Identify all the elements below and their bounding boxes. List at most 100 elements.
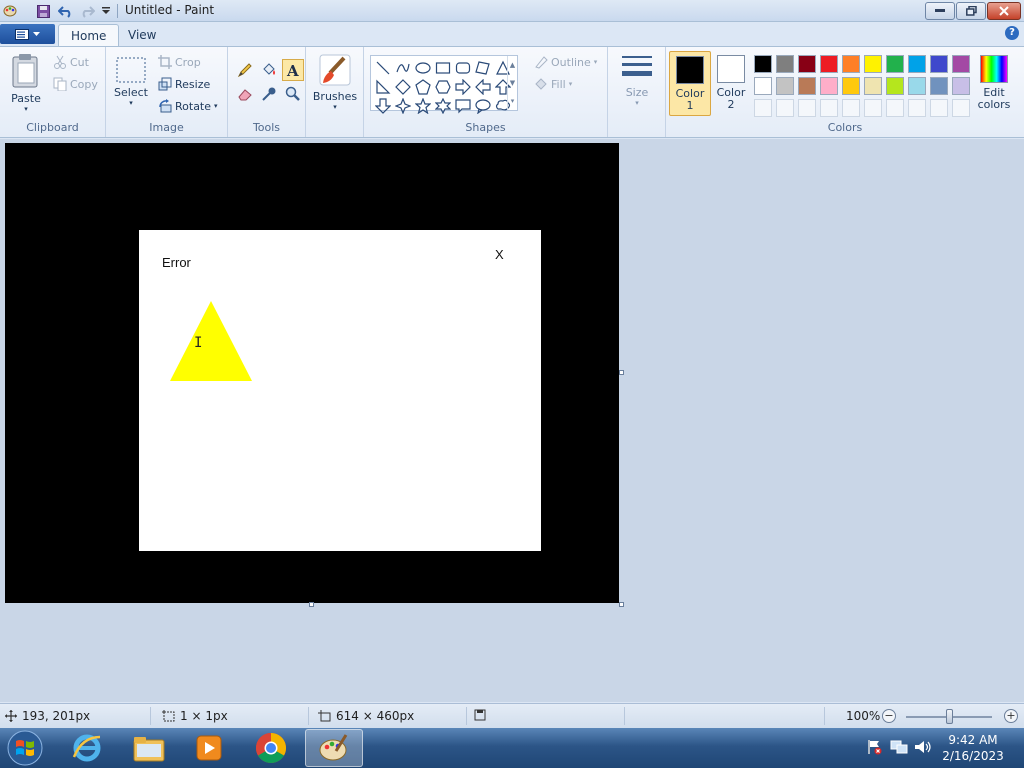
zoom-slider-thumb[interactable] [946,709,953,724]
pencil-icon[interactable] [234,59,256,81]
shapes-scroll[interactable]: ▲ ▼ ▾ [507,56,517,110]
palette-color-swatch[interactable] [774,75,796,97]
palette-color-swatch[interactable] [884,53,906,75]
palette-color-swatch[interactable] [840,97,862,119]
magnifier-icon[interactable] [282,83,304,105]
line-shape-icon[interactable] [373,58,393,77]
left-arrow-shape-icon[interactable] [473,77,493,96]
save-icon[interactable] [35,3,51,19]
palette-color-swatch[interactable] [752,53,774,75]
drawing-canvas[interactable]: Error X I [5,143,619,603]
select-button[interactable]: Select ▾ [114,57,148,107]
paint-app-icon[interactable] [2,3,18,19]
rectangular-callout-shape-icon[interactable] [453,96,473,115]
palette-color-swatch[interactable] [796,75,818,97]
palette-color-swatch[interactable] [840,53,862,75]
rounded-rectangle-shape-icon[interactable] [453,58,473,77]
copy-button[interactable]: Copy [53,77,98,91]
palette-color-swatch[interactable] [928,53,950,75]
palette-color-swatch[interactable] [862,53,884,75]
palette-color-swatch[interactable] [906,75,928,97]
palette-color-swatch[interactable] [796,53,818,75]
palette-color-swatch[interactable] [862,97,884,119]
help-icon[interactable]: ? [1005,26,1019,40]
palette-color-swatch[interactable] [818,97,840,119]
restore-button[interactable] [956,2,986,20]
palette-color-swatch[interactable] [818,75,840,97]
media-player-icon[interactable] [180,729,238,767]
fill-icon[interactable] [258,59,280,81]
palette-color-swatch[interactable] [906,53,928,75]
polygon-shape-icon[interactable] [473,58,493,77]
brushes-button[interactable]: Brushes ▾ [312,53,358,111]
palette-color-swatch[interactable] [950,75,972,97]
palette-color-swatch[interactable] [752,97,774,119]
action-center-flag-icon[interactable] [866,739,882,758]
fill-button[interactable]: Fill ▾ [534,77,572,91]
rotate-button[interactable]: Rotate ▾ [158,99,218,113]
resize-button[interactable]: Resize [158,77,210,91]
redo-icon[interactable] [79,3,95,19]
hexagon-shape-icon[interactable] [433,77,453,96]
curve-shape-icon[interactable] [393,58,413,77]
outline-button[interactable]: Outline ▾ [534,55,597,69]
palette-color-swatch[interactable] [950,53,972,75]
customize-dropdown-icon[interactable] [98,3,114,19]
tab-home[interactable]: Home [58,24,120,46]
close-button[interactable] [987,2,1021,20]
diamond-shape-icon[interactable] [393,77,413,96]
right-arrow-shape-icon[interactable] [453,77,473,96]
tab-view[interactable]: View [116,24,168,46]
cut-button[interactable]: Cut [53,55,89,69]
six-point-star-shape-icon[interactable] [433,96,453,115]
resize-handle-corner[interactable] [619,602,624,607]
color-picker-icon[interactable] [258,83,280,105]
down-arrow-shape-icon[interactable] [373,96,393,115]
volume-icon[interactable] [914,739,932,758]
text-icon[interactable]: A [282,59,304,81]
resize-handle-bottom[interactable] [309,602,314,607]
minimize-button[interactable] [925,2,955,20]
scroll-down-icon[interactable]: ▼ [510,79,515,87]
palette-color-swatch[interactable] [884,97,906,119]
palette-color-swatch[interactable] [950,97,972,119]
palette-color-swatch[interactable] [906,97,928,119]
undo-icon[interactable] [57,3,73,19]
palette-color-swatch[interactable] [862,75,884,97]
eraser-icon[interactable] [234,83,256,105]
palette-color-swatch[interactable] [752,75,774,97]
palette-color-swatch[interactable] [884,75,906,97]
system-clock[interactable]: 9:42 AM 2/16/2023 [940,732,1006,764]
start-button[interactable] [4,729,46,767]
zoom-out-button[interactable]: − [882,709,896,723]
rectangle-shape-icon[interactable] [433,58,453,77]
edit-colors-button[interactable]: Edit colors [974,51,1014,111]
oval-callout-shape-icon[interactable] [473,96,493,115]
internet-explorer-icon[interactable] [58,729,116,767]
oval-shape-icon[interactable] [413,58,433,77]
network-icon[interactable] [890,739,908,758]
palette-color-swatch[interactable] [818,53,840,75]
gallery-expand-icon[interactable]: ▾ [511,97,515,105]
palette-color-swatch[interactable] [840,75,862,97]
paste-button[interactable]: Paste ▾ [6,53,46,113]
resize-handle-right[interactable] [619,370,624,375]
paint-menu-button[interactable] [0,24,55,44]
file-explorer-icon[interactable] [120,729,178,767]
right-triangle-shape-icon[interactable] [373,77,393,96]
color1-button[interactable]: Color 1 [669,51,711,116]
palette-color-swatch[interactable] [928,75,950,97]
palette-color-swatch[interactable] [774,53,796,75]
pentagon-shape-icon[interactable] [413,77,433,96]
palette-color-swatch[interactable] [928,97,950,119]
zoom-in-button[interactable]: + [1004,709,1018,723]
palette-color-swatch[interactable] [774,97,796,119]
paint-icon[interactable] [305,729,363,767]
size-button[interactable]: Size ▾ [618,53,656,107]
palette-color-swatch[interactable] [796,97,818,119]
four-point-star-shape-icon[interactable] [393,96,413,115]
crop-button[interactable]: Crop [158,55,201,69]
scroll-up-icon[interactable]: ▲ [510,61,515,69]
color2-button[interactable]: Color 2 [712,51,750,116]
chrome-icon[interactable] [242,729,300,767]
